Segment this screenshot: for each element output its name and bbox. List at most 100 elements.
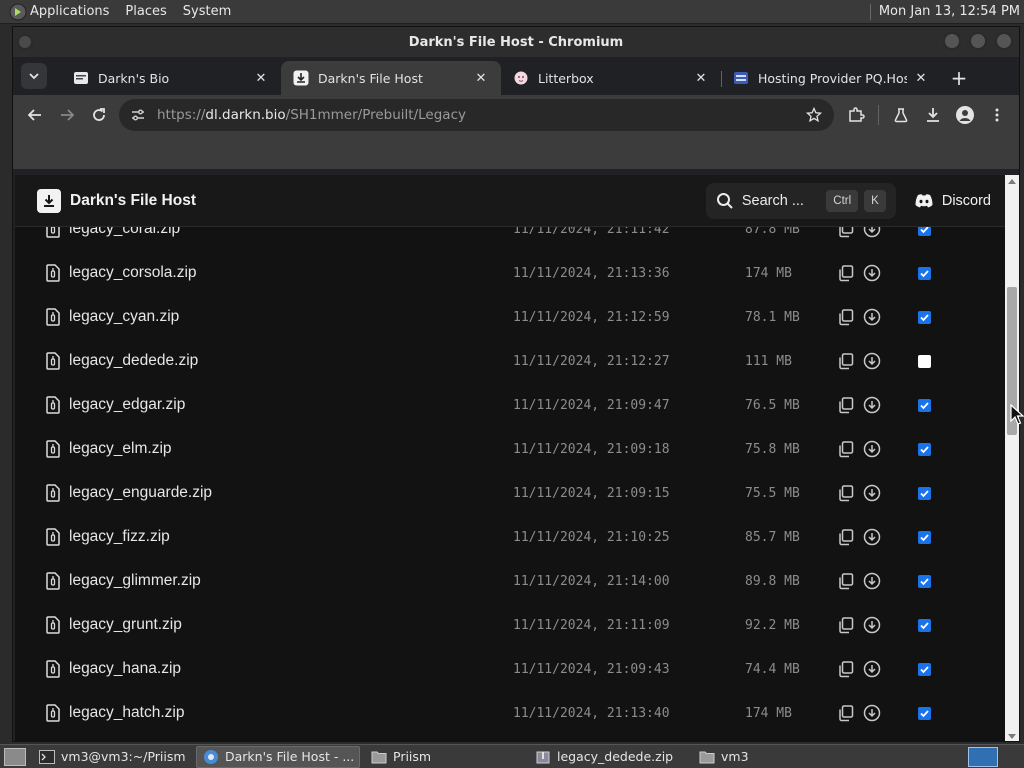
file-name-link[interactable]: legacy_fizz.zip (69, 528, 170, 546)
tab-file-host[interactable]: Darkn's File Host ✕ (281, 61, 501, 95)
download-icon[interactable] (863, 704, 881, 722)
window-menu-icon[interactable] (17, 34, 33, 50)
taskbar-item[interactable]: legacy_dedede.zip (528, 746, 688, 768)
file-name-link[interactable]: legacy_dedede.zip (69, 352, 198, 370)
file-row[interactable]: legacy_glimmer.zip 11/11/2024, 21:14:00 89… (31, 559, 989, 603)
taskbar-item[interactable]: vm3@vm3:~/Priism (32, 746, 192, 768)
copy-link-icon[interactable] (837, 528, 855, 546)
workspace-switcher[interactable] (968, 746, 998, 767)
copy-link-icon[interactable] (837, 440, 855, 458)
select-checkbox[interactable] (918, 398, 931, 412)
file-name-link[interactable]: legacy_grunt.zip (69, 616, 182, 634)
distro-logo-icon[interactable] (8, 2, 28, 22)
select-checkbox[interactable] (918, 530, 931, 544)
download-icon[interactable] (863, 660, 881, 678)
downloads-icon[interactable] (917, 99, 949, 131)
download-icon[interactable] (863, 572, 881, 590)
download-icon[interactable] (863, 484, 881, 502)
file-name-link[interactable]: legacy_hatch.zip (69, 704, 184, 722)
site-info-icon[interactable] (127, 104, 149, 126)
file-row[interactable]: legacy_grunt.zip 11/11/2024, 21:11:09 92.2… (31, 603, 989, 647)
select-checkbox[interactable] (918, 618, 931, 632)
address-bar[interactable]: https://dl.darkn.bio/SH1mmer/Prebuilt/Le… (119, 99, 834, 131)
file-row[interactable]: legacy_edgar.zip 11/11/2024, 21:09:47 76.5… (31, 383, 989, 427)
minimize-icon[interactable] (943, 32, 961, 50)
file-row[interactable]: legacy_fizz.zip 11/11/2024, 21:10:25 85.7 … (31, 515, 989, 559)
close-icon[interactable]: ✕ (253, 70, 269, 86)
file-name-link[interactable]: legacy_cyan.zip (69, 308, 179, 326)
copy-link-icon[interactable] (837, 616, 855, 634)
new-tab-icon[interactable]: + (945, 64, 973, 92)
select-checkbox[interactable] (918, 662, 931, 676)
page-scrollbar[interactable] (1005, 175, 1019, 741)
maximize-icon[interactable] (969, 32, 987, 50)
file-name-link[interactable]: legacy_elm.zip (69, 440, 172, 458)
clock[interactable]: Mon Jan 13, 12:54 PM (879, 4, 1024, 19)
tab-hosting-provider[interactable]: Hosting Provider PQ.Hosting ✕ (721, 61, 941, 95)
download-icon[interactable] (863, 616, 881, 634)
scroll-up-icon[interactable] (1008, 179, 1016, 184)
back-icon[interactable] (19, 99, 51, 131)
copy-link-icon[interactable] (837, 572, 855, 590)
file-name-link[interactable]: legacy_enguarde.zip (69, 484, 212, 502)
copy-link-icon[interactable] (837, 396, 855, 414)
download-icon[interactable] (863, 396, 881, 414)
taskbar-item[interactable]: Priism (364, 746, 524, 768)
reload-icon[interactable] (83, 99, 115, 131)
copy-link-icon[interactable] (837, 352, 855, 370)
close-window-icon[interactable] (995, 32, 1013, 50)
site-brand[interactable]: Darkn's File Host (70, 192, 706, 210)
menu-kebab-icon[interactable] (981, 99, 1013, 131)
download-logo-icon[interactable] (37, 188, 61, 213)
file-row[interactable]: legacy_elm.zip 11/11/2024, 21:09:18 75.8 M… (31, 427, 989, 471)
download-icon[interactable] (863, 528, 881, 546)
select-checkbox[interactable] (918, 266, 931, 280)
copy-link-icon[interactable] (837, 484, 855, 502)
system-menu[interactable]: System (175, 4, 239, 19)
close-icon[interactable]: ✕ (693, 70, 709, 86)
select-checkbox[interactable] (918, 310, 931, 324)
download-icon[interactable] (863, 352, 881, 370)
applications-menu[interactable]: Applications (28, 4, 117, 19)
select-checkbox[interactable] (918, 706, 931, 720)
taskbar-item[interactable]: Darkn's File Host - ... (196, 745, 360, 768)
file-row[interactable]: legacy_enguarde.zip 11/11/2024, 21:09:15 7… (31, 471, 989, 515)
select-checkbox[interactable] (918, 574, 931, 588)
download-icon[interactable] (863, 308, 881, 326)
tab-search-button[interactable] (21, 63, 47, 89)
places-menu[interactable]: Places (117, 4, 174, 19)
discord-link[interactable]: Discord (914, 193, 991, 209)
file-row[interactable]: legacy_cyan.zip 11/11/2024, 21:12:59 78.1 … (31, 295, 989, 339)
copy-link-icon[interactable] (837, 264, 855, 282)
file-row[interactable]: legacy_hana.zip 11/11/2024, 21:09:43 74.4 … (31, 647, 989, 691)
download-icon[interactable] (863, 440, 881, 458)
download-icon[interactable] (863, 264, 881, 282)
copy-link-icon[interactable] (837, 308, 855, 326)
profile-avatar-icon[interactable] (949, 99, 981, 131)
file-row[interactable]: legacy_dedede.zip 11/11/2024, 21:12:27 111… (31, 339, 989, 383)
window-titlebar[interactable]: Darkn's File Host - Chromium (13, 27, 1019, 57)
copy-link-icon[interactable] (837, 704, 855, 722)
site-search-button[interactable]: Search ... Ctrl K (705, 182, 896, 219)
forward-icon[interactable] (51, 99, 83, 131)
copy-link-icon[interactable] (837, 660, 855, 678)
close-icon[interactable]: ✕ (913, 70, 929, 86)
tab-darkn-bio[interactable]: Darkn's Bio ✕ (61, 61, 282, 95)
scroll-down-icon[interactable] (1008, 734, 1016, 739)
labs-flask-icon[interactable] (885, 99, 917, 131)
show-desktop-icon[interactable] (4, 747, 26, 766)
file-row[interactable]: legacy_hatch.zip 11/11/2024, 21:13:40 174 … (31, 691, 989, 735)
select-checkbox[interactable] (918, 442, 931, 456)
select-checkbox[interactable] (918, 486, 931, 500)
file-name-link[interactable]: legacy_corsola.zip (69, 264, 197, 282)
file-name-link[interactable]: legacy_hana.zip (69, 660, 181, 678)
close-icon[interactable]: ✕ (473, 70, 489, 86)
file-name-link[interactable]: legacy_edgar.zip (69, 396, 185, 414)
select-checkbox[interactable] (918, 354, 931, 368)
file-name-link[interactable]: legacy_glimmer.zip (69, 572, 201, 590)
bookmark-star-icon[interactable] (802, 103, 826, 127)
taskbar-item[interactable]: vm3 (692, 746, 812, 768)
extensions-icon[interactable] (840, 99, 872, 131)
tab-litterbox[interactable]: Litterbox ✕ (501, 61, 722, 95)
file-row[interactable]: legacy_corsola.zip 11/11/2024, 21:13:36 17… (31, 251, 989, 295)
